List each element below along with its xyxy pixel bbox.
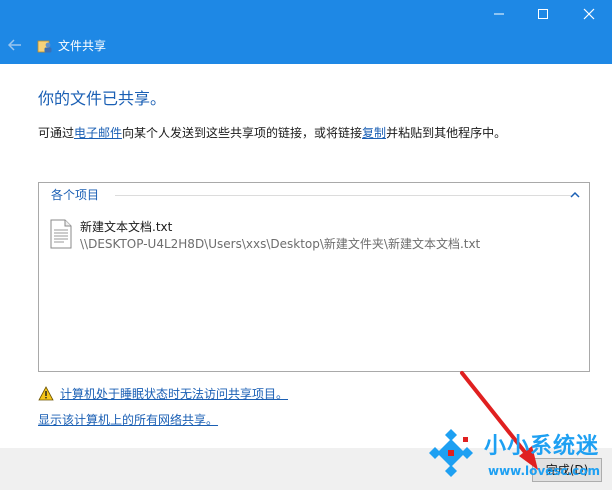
group-header[interactable]: 各个项目 [51, 187, 587, 203]
share-description: 可通过电子邮件向某个人发送到这些共享项的链接，或将链接复制并粘贴到其他程序中。 [38, 125, 506, 141]
watermark-logo [429, 429, 473, 477]
desc-suffix: 并粘贴到其他程序中。 [386, 126, 507, 140]
close-button[interactable] [566, 0, 612, 28]
minimize-icon [494, 13, 504, 15]
warning-icon [38, 386, 54, 401]
desc-prefix: 可通过 [38, 126, 75, 140]
back-button[interactable] [4, 34, 26, 56]
chevron-up-icon[interactable] [569, 189, 581, 201]
sleep-warning-link[interactable]: 计算机处于睡眠状态时无法访问共享项目。 [60, 386, 288, 402]
file-path: \\DESKTOP-U4L2H8D\Users\xxs\Desktop\新建文件… [80, 237, 481, 251]
group-label: 各个项目 [51, 187, 104, 203]
file-name[interactable]: 新建文本文档.txt [80, 219, 172, 235]
watermark-url: www.lovesc.com [488, 464, 601, 478]
text-document-icon [50, 219, 72, 249]
maximize-button[interactable] [520, 0, 566, 28]
desc-middle: 向某个人发送到这些共享项的链接，或将链接 [122, 126, 363, 140]
back-arrow-icon [8, 39, 21, 51]
group-divider [115, 195, 571, 196]
email-link[interactable]: 电子邮件 [74, 126, 122, 140]
show-network-shares-link[interactable]: 显示该计算机上的所有网络共享。 [38, 412, 218, 428]
shared-items-panel: 各个项目 新建文本文档.txt \\DESKTOP-U4L2H8D\Users\… [38, 182, 590, 372]
maximize-icon [538, 9, 548, 19]
file-sharing-icon [37, 40, 52, 53]
watermark-text: 小小系统迷 [484, 434, 600, 459]
close-icon [583, 8, 595, 20]
page-heading: 你的文件已共享。 [38, 89, 167, 108]
copy-link[interactable]: 复制 [362, 126, 386, 140]
minimize-button[interactable] [476, 0, 522, 28]
window-title: 文件共享 [58, 39, 107, 53]
